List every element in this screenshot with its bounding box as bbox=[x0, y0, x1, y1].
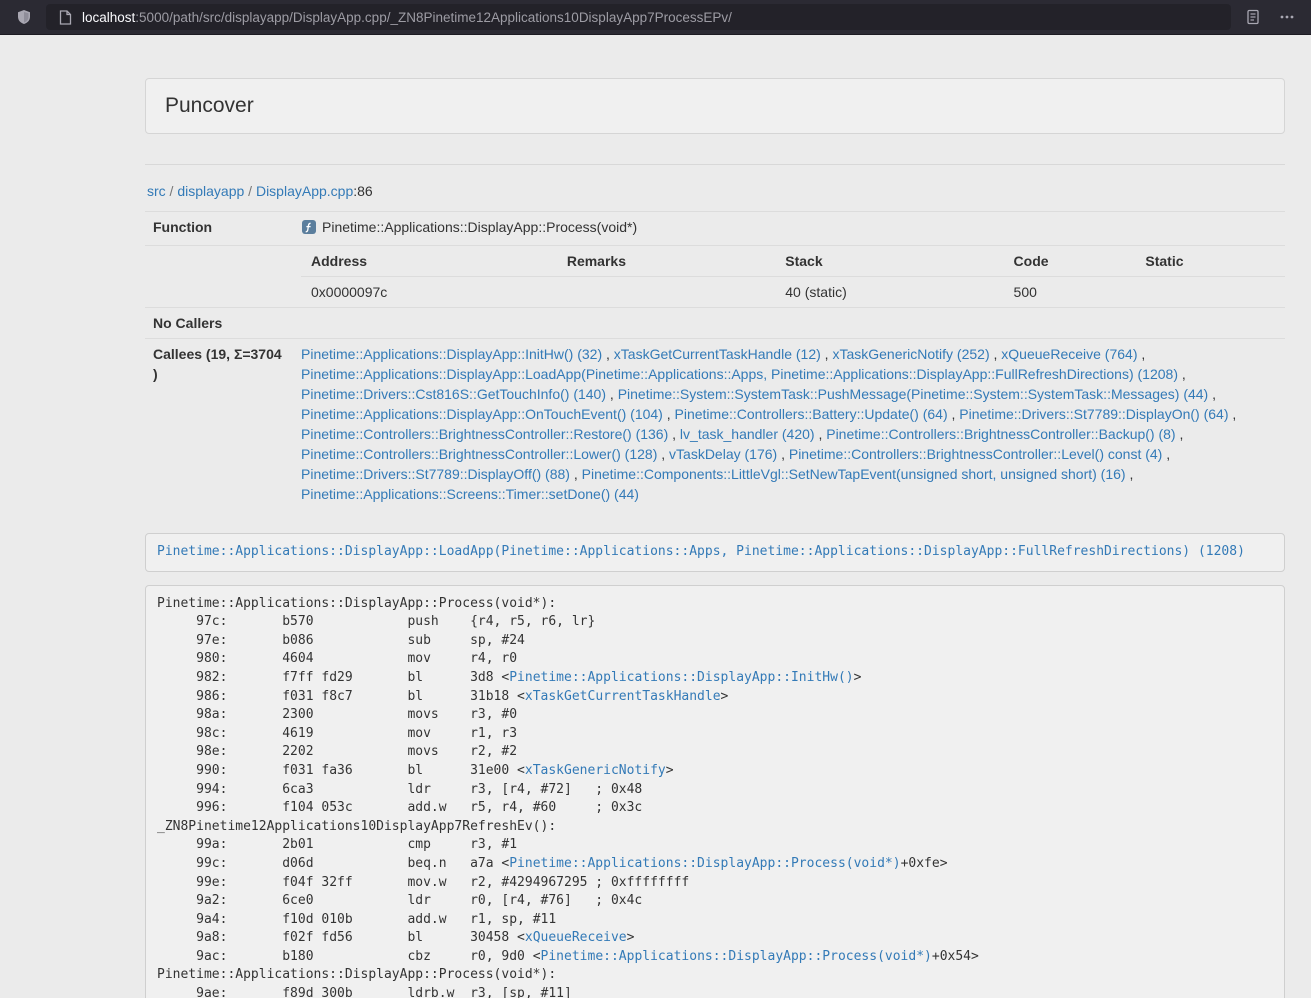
stats-column-header: Address bbox=[301, 246, 557, 277]
callee-link[interactable]: xTaskGetCurrentTaskHandle (12) bbox=[614, 346, 821, 362]
stats-value: 40 (static) bbox=[775, 277, 1003, 308]
callee-link[interactable]: Pinetime::Drivers::St7789::DisplayOff() … bbox=[301, 466, 570, 482]
page-content: Puncover src / displayapp / DisplayApp.c… bbox=[145, 78, 1285, 998]
url-text: localhost:5000/path/src/displayapp/Displ… bbox=[82, 10, 732, 25]
callee-link[interactable]: Pinetime::Controllers::BrightnessControl… bbox=[301, 446, 657, 462]
callee-link[interactable]: lv_task_handler (420) bbox=[680, 426, 815, 442]
stats-column-header: Code bbox=[1004, 246, 1136, 277]
stats-value bbox=[557, 277, 775, 308]
function-name: Pinetime::Applications::DisplayApp::Proc… bbox=[322, 219, 637, 235]
stats-header-row: AddressRemarksStackCodeStatic bbox=[301, 246, 1285, 277]
breadcrumb-line-number: :86 bbox=[353, 183, 372, 199]
jump-target-link[interactable]: Pinetime::Applications::DisplayApp::Load… bbox=[157, 544, 1245, 559]
callee-link[interactable]: Pinetime::Applications::Screens::Timer::… bbox=[301, 486, 639, 502]
callee-link[interactable]: Pinetime::System::SystemTask::PushMessag… bbox=[618, 386, 1209, 402]
app-header-panel: Puncover bbox=[145, 78, 1285, 134]
breadcrumb-link[interactable]: displayapp bbox=[177, 183, 244, 199]
stats-column-header: Remarks bbox=[557, 246, 775, 277]
symbol-link[interactable]: Pinetime::Applications::DisplayApp::Init… bbox=[509, 670, 853, 685]
stats-column-header: Stack bbox=[775, 246, 1003, 277]
function-details-table: Function Pinetime::Applications::Display… bbox=[145, 211, 1285, 509]
stats-value-row: 0x0000097c 40 (static)500 bbox=[301, 277, 1285, 308]
page-info-icon[interactable] bbox=[56, 5, 74, 29]
overflow-menu-icon[interactable] bbox=[1275, 5, 1299, 29]
browser-toolbar: localhost:5000/path/src/displayapp/Displ… bbox=[0, 0, 1311, 35]
callee-link[interactable]: Pinetime::Controllers::BrightnessControl… bbox=[826, 426, 1175, 442]
url-host: localhost bbox=[82, 10, 135, 25]
callee-link[interactable]: Pinetime::Controllers::BrightnessControl… bbox=[789, 446, 1162, 462]
symbol-link[interactable]: xQueueReceive bbox=[525, 930, 627, 945]
table-row-stats: AddressRemarksStackCodeStatic 0x0000097c… bbox=[145, 246, 1285, 308]
symbol-link[interactable]: xTaskGetCurrentTaskHandle bbox=[525, 689, 721, 704]
callee-link[interactable]: Pinetime::Drivers::Cst816S::GetTouchInfo… bbox=[301, 386, 606, 402]
table-row-function: Function Pinetime::Applications::Display… bbox=[145, 212, 1285, 246]
callee-link[interactable]: Pinetime::Components::LittleVgl::SetNewT… bbox=[582, 466, 1126, 482]
callee-link[interactable]: Pinetime::Applications::DisplayApp::Init… bbox=[301, 346, 602, 362]
callee-link[interactable]: Pinetime::Drivers::St7789::DisplayOn() (… bbox=[959, 406, 1228, 422]
breadcrumb: src / displayapp / DisplayApp.cpp:86 bbox=[147, 183, 1285, 199]
symbol-link[interactable]: xTaskGenericNotify bbox=[525, 763, 666, 778]
stats-table: AddressRemarksStackCodeStatic 0x0000097c… bbox=[301, 246, 1285, 307]
tracking-shield-icon[interactable] bbox=[12, 5, 36, 29]
reader-mode-icon[interactable] bbox=[1241, 5, 1265, 29]
function-row-label: Function bbox=[145, 212, 293, 246]
table-row-callers: No Callers bbox=[145, 308, 1285, 339]
breadcrumb-link[interactable]: src bbox=[147, 183, 166, 199]
callee-link[interactable]: Pinetime::Applications::DisplayApp::Load… bbox=[301, 366, 1178, 382]
callee-link[interactable]: Pinetime::Controllers::Battery::Update()… bbox=[675, 406, 948, 422]
symbol-link[interactable]: Pinetime::Applications::DisplayApp::Proc… bbox=[509, 856, 900, 871]
url-bar[interactable]: localhost:5000/path/src/displayapp/Displ… bbox=[46, 4, 1231, 30]
stats-column-header: Static bbox=[1135, 246, 1285, 277]
stats-value bbox=[1135, 277, 1285, 308]
breadcrumb-link[interactable]: DisplayApp.cpp bbox=[256, 183, 353, 199]
no-callers-label: No Callers bbox=[145, 308, 293, 339]
function-type-icon bbox=[301, 219, 317, 240]
callees-label: Callees (19, Σ=3704 ) bbox=[145, 339, 293, 510]
breadcrumb-separator: / bbox=[244, 183, 256, 199]
callee-link[interactable]: Pinetime::Applications::DisplayApp::OnTo… bbox=[301, 406, 663, 422]
stats-value: 500 bbox=[1004, 277, 1136, 308]
table-row-callees: Callees (19, Σ=3704 ) Pinetime::Applicat… bbox=[145, 339, 1285, 510]
callee-link[interactable]: vTaskDelay (176) bbox=[669, 446, 777, 462]
divider bbox=[145, 164, 1285, 165]
breadcrumb-separator: / bbox=[166, 183, 178, 199]
callee-link[interactable]: xTaskGenericNotify (252) bbox=[832, 346, 989, 362]
stats-value: 0x0000097c bbox=[301, 277, 557, 308]
callee-link[interactable]: Pinetime::Controllers::BrightnessControl… bbox=[301, 426, 668, 442]
symbol-link[interactable]: Pinetime::Applications::DisplayApp::Proc… bbox=[541, 949, 932, 964]
callees-list: Pinetime::Applications::DisplayApp::Init… bbox=[293, 339, 1285, 510]
url-path: :5000/path/src/displayapp/DisplayApp.cpp… bbox=[135, 10, 732, 25]
callee-link[interactable]: xQueueReceive (764) bbox=[1001, 346, 1137, 362]
jump-target-box: Pinetime::Applications::DisplayApp::Load… bbox=[145, 533, 1285, 572]
page-title: Puncover bbox=[165, 94, 1265, 118]
disassembly-block: Pinetime::Applications::DisplayApp::Proc… bbox=[145, 585, 1285, 998]
